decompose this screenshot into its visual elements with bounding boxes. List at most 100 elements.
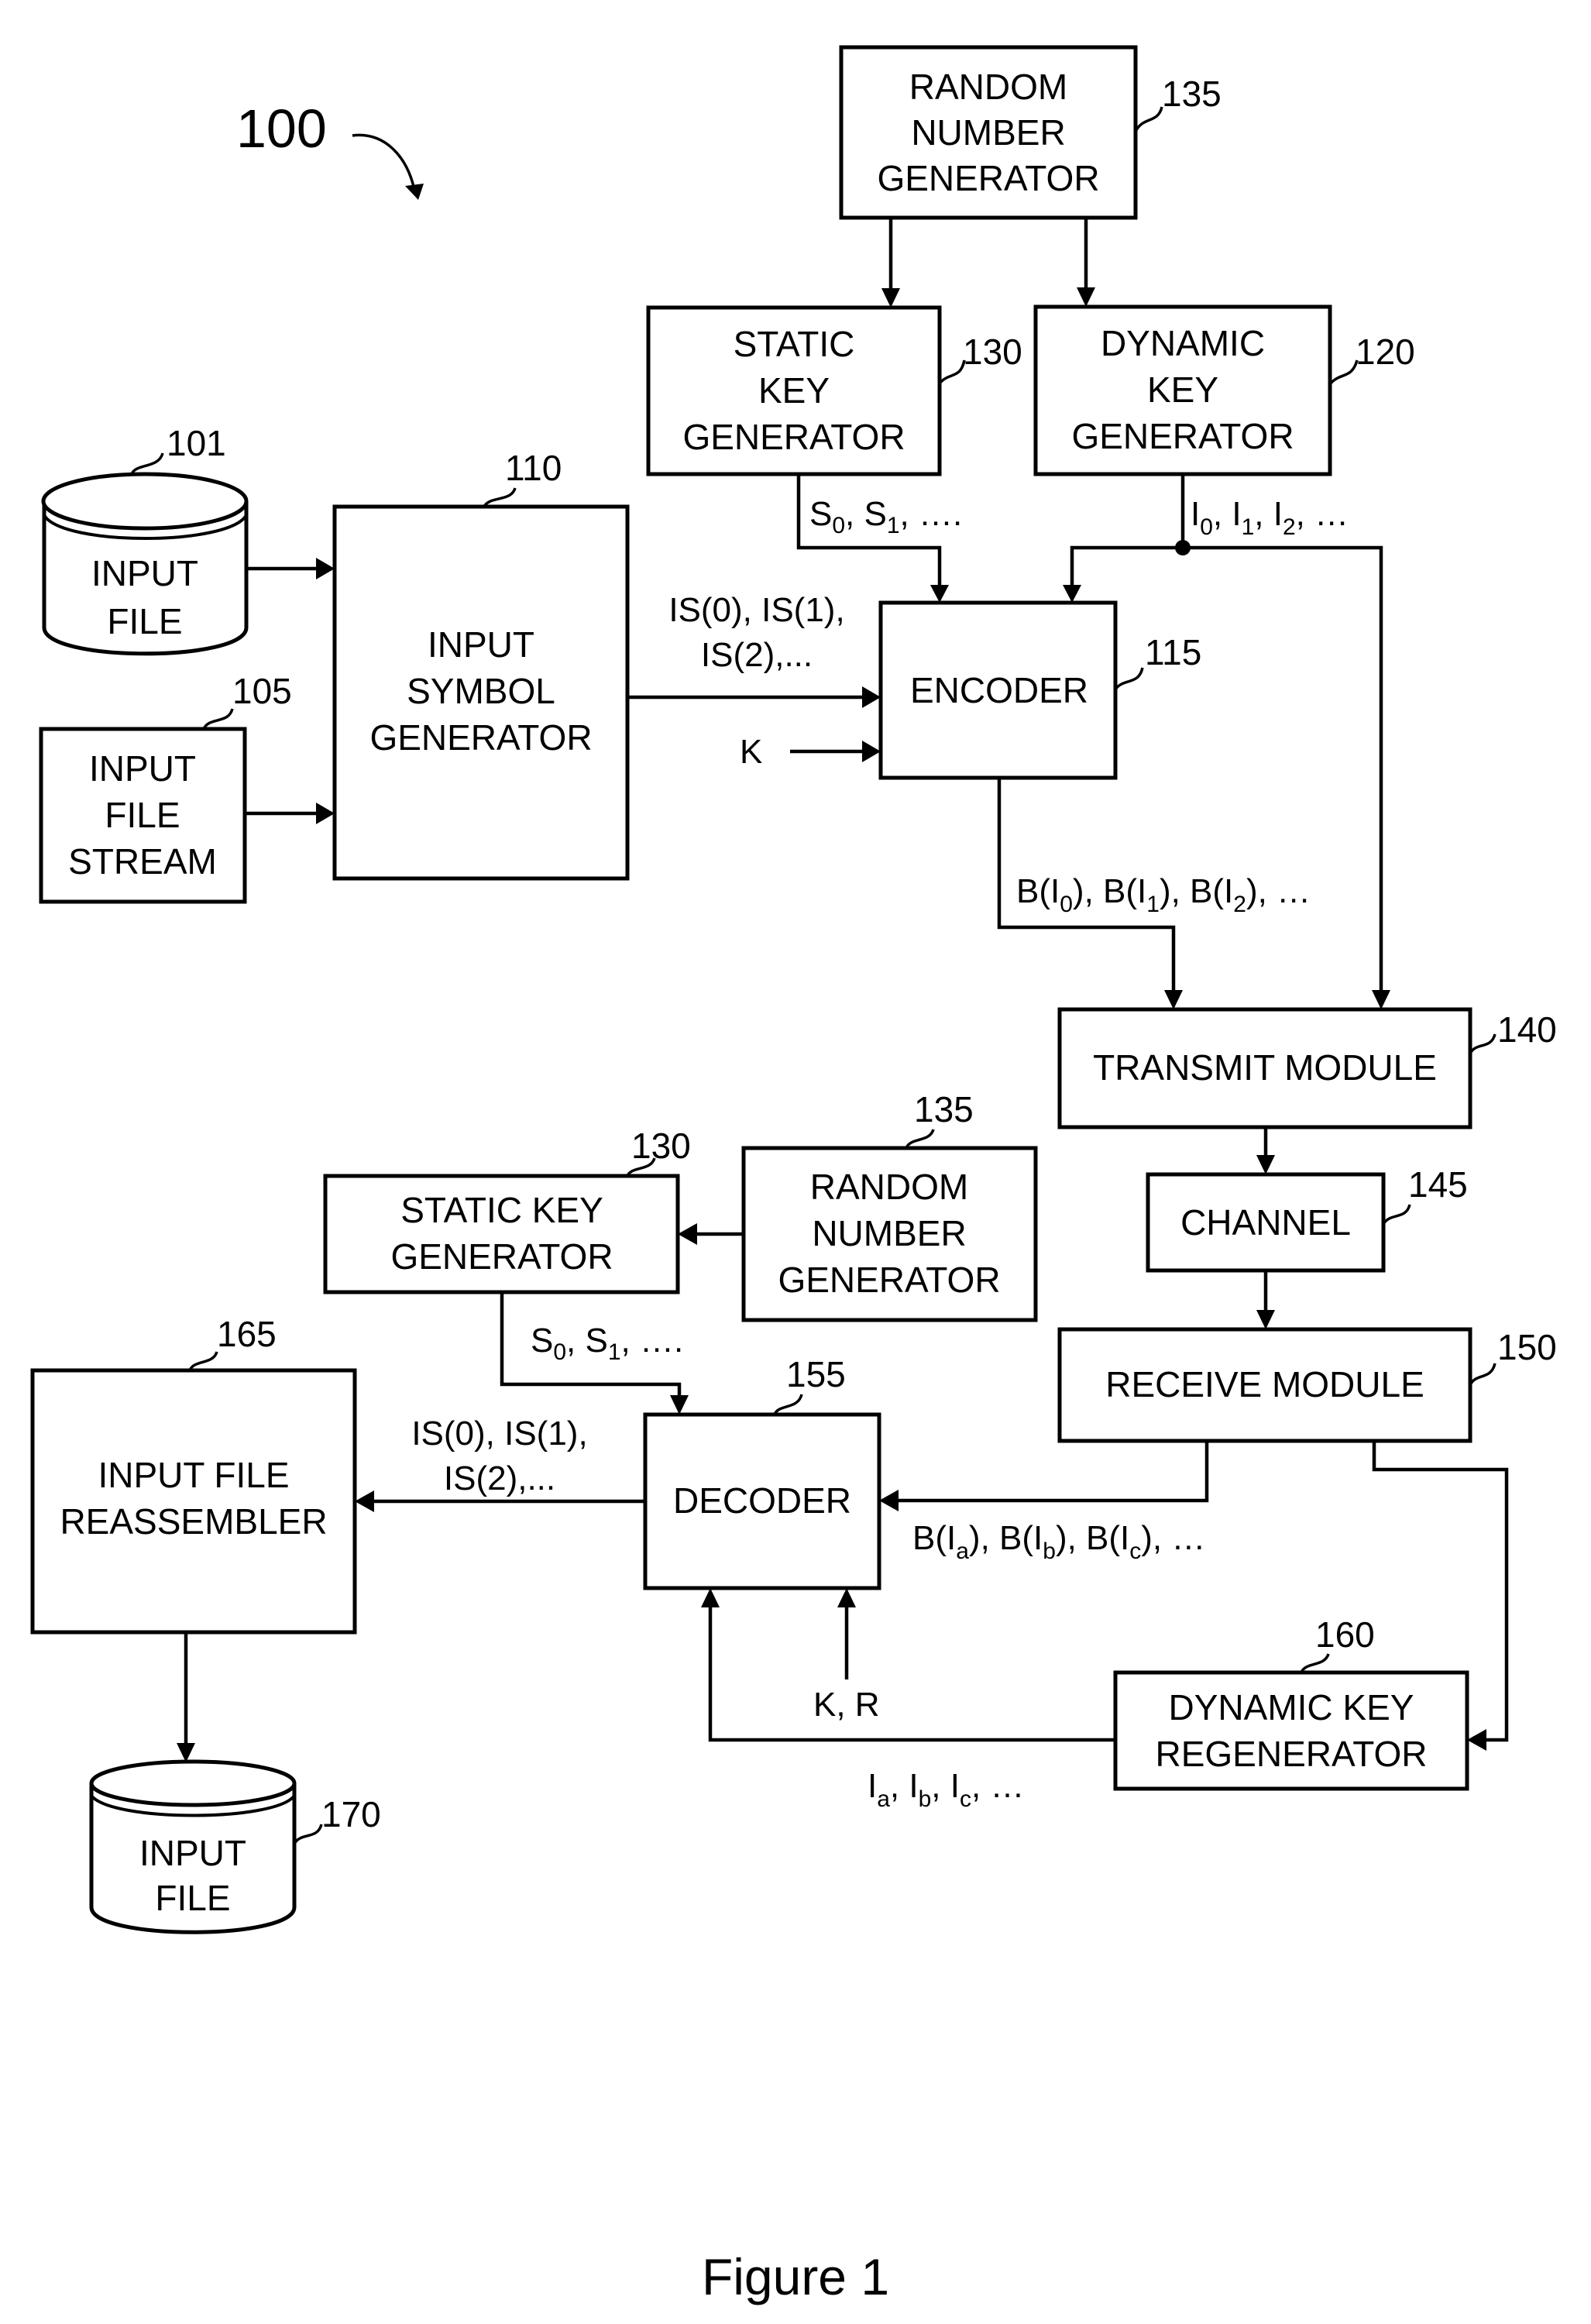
block-label: STREAM bbox=[68, 841, 217, 882]
block-label: DECODER bbox=[673, 1480, 851, 1521]
static-key-generator-bottom: STATIC KEY GENERATOR 130 bbox=[323, 1126, 691, 1294]
static-key-generator-top: STATIC KEY GENERATOR 130 bbox=[646, 305, 1022, 476]
block-label: GENERATOR bbox=[369, 717, 592, 758]
ref-number: 130 bbox=[631, 1126, 691, 1166]
input-file-output: INPUT FILE 170 bbox=[89, 1759, 381, 1934]
block-label: REGENERATOR bbox=[1155, 1734, 1427, 1774]
block-label: STATIC bbox=[734, 324, 855, 364]
block-label: CHANNEL bbox=[1180, 1202, 1351, 1243]
cylinder-top bbox=[41, 472, 249, 531]
signal-k: K bbox=[740, 733, 762, 771]
ref-leader bbox=[1114, 667, 1144, 691]
ref-leader bbox=[483, 487, 517, 508]
block-label: GENERATOR bbox=[877, 158, 1099, 198]
block-label: RECEIVE MODULE bbox=[1105, 1364, 1424, 1404]
system-ref-arrow-line bbox=[352, 133, 416, 191]
ref-leader bbox=[1328, 359, 1359, 386]
ref-number: 150 bbox=[1497, 1327, 1557, 1367]
ref-number: 130 bbox=[963, 332, 1022, 372]
block-label: STATIC KEY bbox=[400, 1190, 603, 1230]
ref-leader bbox=[905, 1129, 935, 1149]
arrowhead bbox=[678, 1223, 697, 1245]
arrowhead bbox=[879, 1490, 899, 1511]
arrowhead bbox=[1256, 1155, 1275, 1174]
arrowhead bbox=[1467, 1729, 1486, 1751]
arrowhead bbox=[1164, 990, 1183, 1009]
ref-number: 115 bbox=[1145, 632, 1201, 672]
signal-static-keys-top: S0, S1, …. bbox=[809, 495, 962, 538]
receive-module: RECEIVE MODULE 150 bbox=[1057, 1327, 1557, 1443]
ref-number: 170 bbox=[321, 1794, 381, 1834]
ref-leader bbox=[1469, 1363, 1497, 1386]
block-label: ENCODER bbox=[910, 670, 1088, 710]
ref-leader bbox=[1469, 1033, 1497, 1054]
system-reference: 100 bbox=[236, 98, 424, 200]
block-label: GENERATOR bbox=[390, 1236, 613, 1277]
signal-decoded-symbols-line2: IS(2),... bbox=[444, 1459, 555, 1497]
figure-caption: Figure 1 bbox=[702, 2248, 889, 2305]
signal-dynamic-keys: I0, I1, I2, … bbox=[1191, 495, 1349, 540]
block-label: DYNAMIC bbox=[1101, 323, 1265, 363]
dynamic-key-generator: DYNAMIC KEY GENERATOR 120 bbox=[1033, 304, 1415, 476]
ref-number: 135 bbox=[914, 1089, 974, 1129]
arrowhead bbox=[316, 558, 335, 579]
block-label: INPUT bbox=[89, 748, 196, 789]
arrowhead bbox=[670, 1395, 689, 1415]
ref-number: 101 bbox=[167, 423, 226, 463]
block-label: FILE bbox=[105, 795, 180, 835]
input-file-reassembler: INPUT FILE REASSEMBLER 165 bbox=[30, 1314, 357, 1635]
block-label: FILE bbox=[155, 1878, 230, 1918]
wire-regenerator-to-decoder bbox=[708, 1606, 1115, 1742]
encoder: ENCODER 115 bbox=[878, 600, 1201, 780]
wire-dynamic-to-transmit bbox=[1183, 545, 1383, 992]
block-label: GENERATOR bbox=[682, 417, 905, 457]
arrowhead bbox=[862, 686, 881, 708]
arrowhead bbox=[177, 1743, 195, 1762]
ref-leader bbox=[188, 1351, 218, 1371]
block-label: TRANSMIT MODULE bbox=[1093, 1047, 1437, 1088]
block-label: RANDOM bbox=[810, 1167, 968, 1207]
signal-received-symbols: B(Ia), B(Ib), B(Ic), … bbox=[912, 1519, 1205, 1564]
ref-leader bbox=[1134, 106, 1163, 132]
block-label: REASSEMBLER bbox=[60, 1501, 327, 1542]
arrowhead bbox=[1372, 990, 1390, 1009]
ref-leader bbox=[202, 708, 234, 730]
arrowhead bbox=[862, 741, 881, 762]
random-number-generator-top: RANDOM NUMBER GENERATOR 135 bbox=[839, 45, 1222, 220]
block-label: DYNAMIC KEY bbox=[1169, 1687, 1414, 1728]
ref-leader bbox=[773, 1394, 803, 1415]
arrowhead bbox=[316, 803, 335, 824]
ref-number: 155 bbox=[786, 1354, 846, 1394]
arrowhead bbox=[881, 288, 900, 308]
block-label: SYMBOL bbox=[407, 671, 555, 711]
random-number-generator-bottom: RANDOM NUMBER GENERATOR 135 bbox=[741, 1089, 1038, 1322]
arrowhead bbox=[1077, 287, 1095, 307]
signal-input-symbols-line1: IS(0), IS(1), bbox=[668, 591, 844, 629]
arrowhead bbox=[837, 1588, 856, 1607]
block-label: GENERATOR bbox=[1071, 416, 1294, 456]
ref-number: 105 bbox=[232, 671, 292, 711]
signal-input-symbols-line2: IS(2),... bbox=[701, 636, 813, 674]
cylinder-top bbox=[89, 1759, 297, 1807]
ref-number: 110 bbox=[505, 448, 562, 488]
system-diagram: 100 RANDOM NUMBER GENERATOR 135 STATIC K… bbox=[30, 45, 1557, 2305]
ref-leader bbox=[293, 1824, 323, 1845]
signal-decoded-symbols-line1: IS(0), IS(1), bbox=[411, 1415, 587, 1452]
ref-leader bbox=[130, 452, 164, 475]
wire-receive-to-decoder bbox=[897, 1441, 1209, 1503]
ref-number: 135 bbox=[1162, 74, 1222, 114]
block-label: KEY bbox=[758, 370, 830, 411]
system-ref-number: 100 bbox=[236, 98, 327, 159]
ref-number: 165 bbox=[217, 1314, 277, 1354]
input-file-stream: INPUT FILE STREAM 105 bbox=[39, 671, 292, 904]
ref-number: 160 bbox=[1315, 1614, 1375, 1655]
dynamic-key-regenerator: DYNAMIC KEY REGENERATOR 160 bbox=[1113, 1614, 1469, 1791]
arrowhead bbox=[355, 1490, 374, 1512]
arrowhead bbox=[1256, 1310, 1275, 1329]
signal-regenerated-keys: Ia, Ib, Ic, … bbox=[868, 1767, 1024, 1812]
signal-static-keys-bottom: S0, S1, …. bbox=[531, 1322, 683, 1365]
system-ref-arrowhead bbox=[405, 184, 424, 200]
block-label: GENERATOR bbox=[778, 1260, 1000, 1300]
ref-number: 120 bbox=[1356, 332, 1415, 372]
ref-leader bbox=[1382, 1204, 1411, 1226]
